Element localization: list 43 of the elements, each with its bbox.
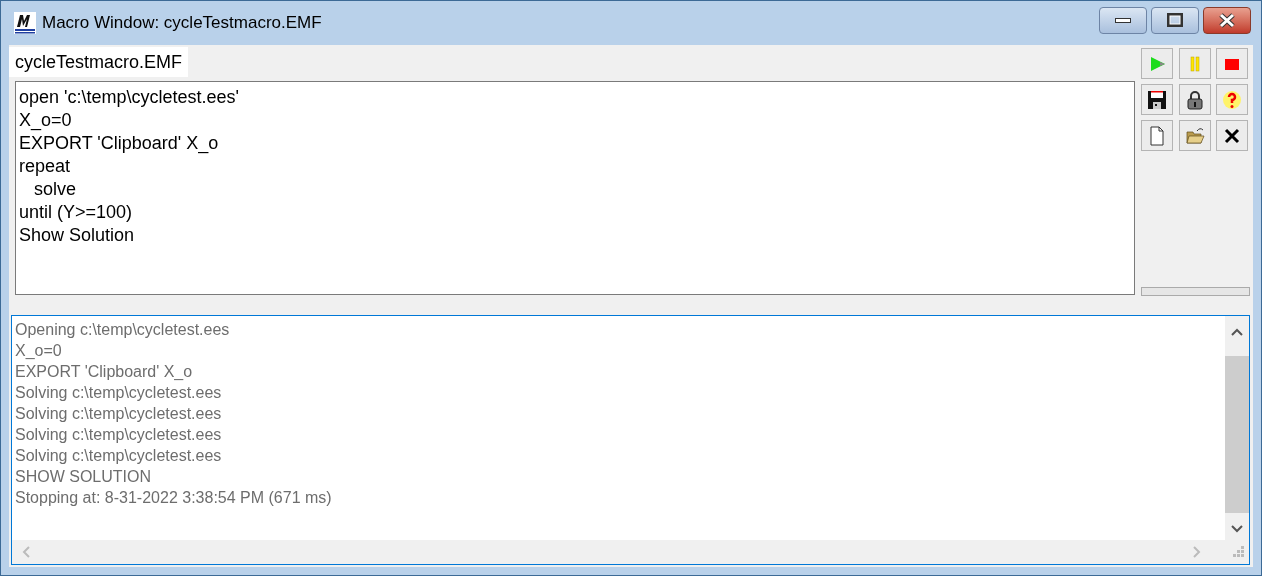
code-line: until (Y>=100) (19, 201, 133, 224)
app-logo-icon (14, 12, 36, 34)
help-icon (1222, 89, 1243, 110)
code-line: Show Solution (19, 224, 135, 247)
resize-grip-icon[interactable] (1233, 546, 1245, 558)
log-line: EXPORT 'Clipboard' X_o (15, 362, 193, 382)
padlock-icon (1184, 89, 1205, 110)
scroll-up-icon[interactable] (1231, 328, 1243, 336)
code-line: open 'c:\temp\cycletest.ees' (19, 86, 239, 109)
scroll-down-icon[interactable] (1231, 525, 1243, 533)
code-line: X_o=0 (19, 109, 72, 132)
log-line: Solving c:\temp\cycletest.ees (15, 425, 222, 445)
log-line: Solving c:\temp\cycletest.ees (15, 446, 222, 466)
code-line: EXPORT 'Clipboard' X_o (19, 132, 219, 155)
save-icon (1147, 89, 1167, 110)
log-line: X_o=0 (15, 341, 62, 361)
log-line: Stopping at: 8-31-2022 3:38:54 PM (671 ms) (15, 488, 332, 508)
close-button[interactable] (1203, 6, 1251, 34)
file-tab[interactable]: cycleTestmacro.EMF (9, 47, 189, 77)
help-button[interactable] (1216, 84, 1249, 115)
padlock-button[interactable] (1178, 84, 1211, 115)
log-line: SHOW SOLUTION (15, 467, 151, 487)
minimize-icon (1115, 17, 1131, 23)
maximize-icon (1167, 13, 1183, 27)
log-line: Opening c:\temp\cycletest.ees (15, 320, 230, 340)
document-icon (1147, 125, 1167, 146)
code-line: solve (33, 178, 77, 201)
window-title: Macro Window: cycleTestmacro.EMF (42, 12, 322, 35)
close-button[interactable] (1216, 120, 1249, 151)
save-button[interactable] (1141, 84, 1173, 115)
close-icon (1218, 12, 1236, 28)
log-line: Solving c:\temp\cycletest.ees (15, 404, 222, 424)
log-line: Solving c:\temp\cycletest.ees (15, 383, 222, 403)
macro-editor[interactable]: open 'c:\temp\cycletest.ees' X_o=0 EXPORT 'Clipboard' X_o repeat solve until (Y>=100) Show Solution (15, 81, 1135, 295)
folder-button[interactable] (1178, 120, 1211, 151)
maximize-button[interactable] (1151, 6, 1199, 34)
stop-button[interactable] (1216, 48, 1249, 79)
pause-button[interactable] (1178, 48, 1211, 79)
document-button[interactable] (1141, 120, 1173, 151)
scrollbar-thumb[interactable] (1225, 356, 1249, 513)
minimize-button[interactable] (1099, 6, 1147, 34)
folder-icon (1184, 125, 1205, 146)
code-line: repeat (19, 155, 71, 178)
